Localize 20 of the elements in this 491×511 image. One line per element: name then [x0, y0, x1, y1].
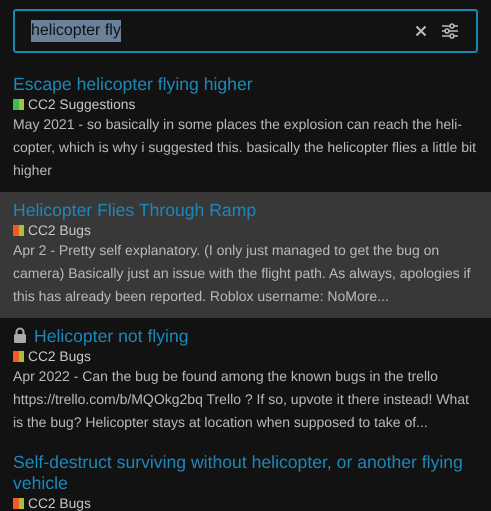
result-excerpt: Apr 2022 - Can the bug be found among the known bugs in the trello https://trello.com/b/MQOkg2bq Trello ? If so, upvote it there instead! What is the bug? Helicopter stays at location when supposed to take of...	[13, 367, 470, 432]
lock-icon	[13, 327, 27, 343]
category-badge	[13, 224, 24, 236]
search-result[interactable]: Self-destruct surviving without helicopter, or another flying vehicle CC2 Bugs	[0, 444, 491, 511]
category-badge	[13, 498, 24, 508]
result-excerpt: May 2021 - so basically in some places the explosion can reach the heli-copter, which is why i suggested this. basically the helicopter flies a little bit higher	[13, 115, 478, 180]
close-icon[interactable]	[415, 25, 427, 37]
category-badge	[13, 98, 24, 110]
filter-settings-icon[interactable]	[441, 23, 459, 39]
search-result[interactable]	[0, 192, 491, 318]
category-badge	[13, 350, 24, 362]
search-field[interactable]: helicopter fly	[13, 9, 478, 53]
category-name[interactable]: CC2 Bugs	[28, 348, 91, 364]
category-name[interactable]: CC2 Suggestions	[28, 96, 136, 112]
result-title[interactable]: Escape helicopter flying higher	[13, 74, 253, 95]
result-excerpt: Apr 2 - Pretty self explanatory. (I only just managed to get the bug on camera) Basically just an issue with the flight path. As always, apologies if this has already been reported. Roblox username: NoMore...	[13, 241, 472, 306]
category-name[interactable]: CC2 Bugs	[28, 222, 91, 238]
category-name[interactable]: CC2 Bugs	[28, 494, 91, 511]
result-title[interactable]: Self-destruct surviving without helicopter, or another flying vehicle	[13, 452, 478, 494]
result-title[interactable]: Helicopter not flying	[13, 326, 189, 347]
